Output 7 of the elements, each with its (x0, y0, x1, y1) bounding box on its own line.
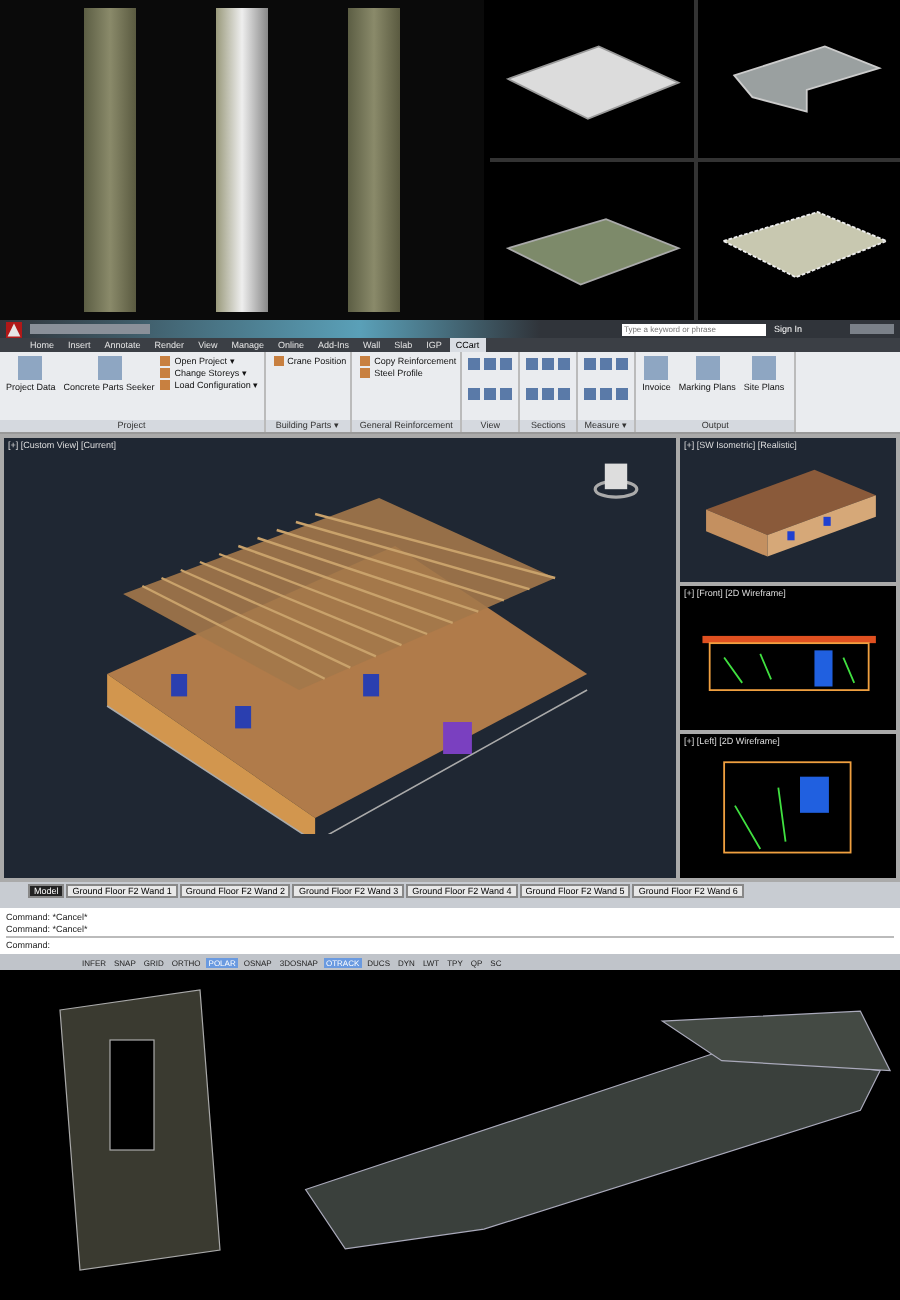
tool-icon (97, 356, 122, 380)
tool-icon (644, 356, 669, 380)
tool-icon (18, 356, 43, 380)
tool-icon (695, 356, 720, 380)
app-logo-icon[interactable] (6, 321, 22, 337)
tool-icon (273, 356, 284, 366)
tool-icon (752, 356, 777, 380)
